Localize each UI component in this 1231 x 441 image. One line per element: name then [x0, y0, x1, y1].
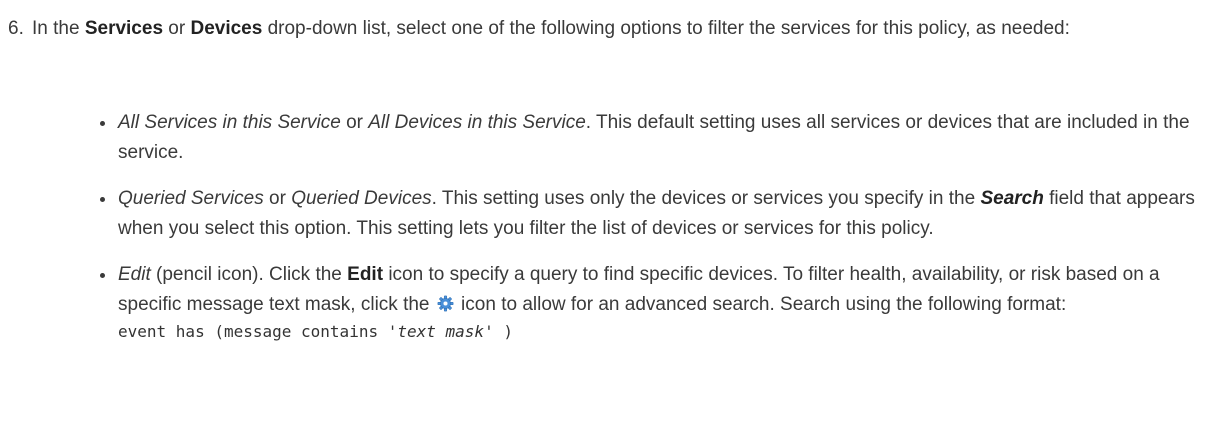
list-item-all: All Services in this Service or All Devi…: [100, 108, 1210, 168]
step-intro-text-2: drop-down list, select one of the follow…: [262, 18, 1070, 39]
bullet-dot: [100, 273, 105, 278]
step-number: 6.: [8, 18, 24, 39]
step-intro-text-1: In the: [32, 18, 85, 39]
option-or: or: [263, 188, 292, 209]
option-all-devices: All Devices in this Service: [368, 112, 586, 133]
code-prefix: event has (message contains ': [118, 322, 398, 341]
option-edit-description-2: icon to allow for an advanced search. Se…: [455, 294, 1067, 315]
search-format-code: event has (message contains 'text mask' …: [118, 320, 1210, 344]
bullet-dot: [100, 121, 105, 126]
step-intro: In the Services or Devices drop-down lis…: [32, 14, 1192, 44]
option-queried-services: Queried Services: [118, 188, 264, 209]
gear-icon: [437, 295, 454, 312]
bullet-dot: [100, 197, 105, 202]
list-item-edit: Edit (pencil icon). Click the Edit icon …: [100, 260, 1210, 344]
step-intro-or: or: [163, 18, 191, 39]
search-field-label: Search: [980, 188, 1044, 209]
edit-label: Edit: [347, 264, 384, 285]
code-suffix: ' ): [484, 322, 513, 341]
option-all-services: All Services in this Service: [118, 112, 341, 133]
option-edit-paren: (pencil icon). Click the: [150, 264, 348, 285]
option-queried-devices: Queried Devices: [291, 188, 432, 209]
services-label: Services: [84, 18, 164, 39]
option-queried-description-1: . This setting uses only the devices or …: [431, 188, 981, 209]
option-edit: Edit: [118, 264, 151, 285]
options-list: All Services in this Service or All Devi…: [100, 108, 1210, 360]
list-item-queried: Queried Services or Queried Devices. Thi…: [100, 184, 1210, 244]
option-or: or: [340, 112, 369, 133]
devices-label: Devices: [190, 18, 263, 39]
code-text-mask: text mask: [397, 322, 485, 341]
